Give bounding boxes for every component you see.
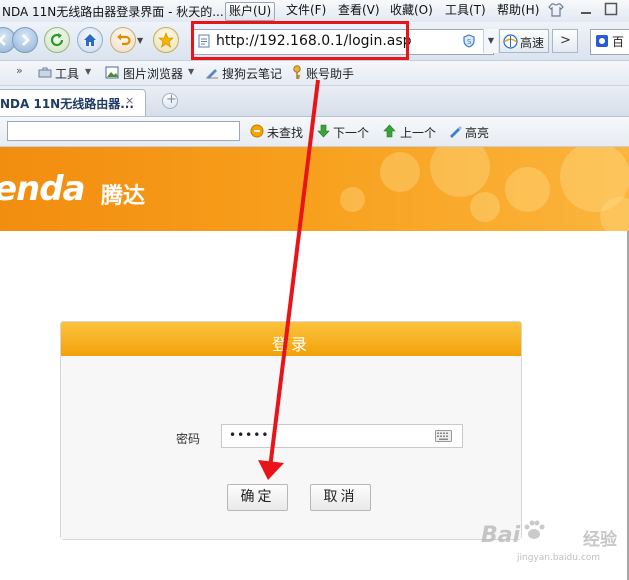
tab-close-icon[interactable]: × (125, 94, 134, 107)
favorites-item-tools[interactable]: 工具 (55, 65, 79, 82)
back-icon (0, 34, 6, 46)
menu-favorites[interactable]: 收藏(O) (387, 2, 436, 19)
speed-mode-label: 高速 (520, 36, 545, 50)
keyboard-icon[interactable] (435, 430, 452, 442)
arrow-down-icon (317, 124, 330, 138)
chevron-right-icon: > (560, 33, 571, 48)
watermark-label: 经验 (583, 530, 617, 550)
address-dropdown-icon[interactable]: ▼ (483, 29, 498, 53)
home-button[interactable] (77, 27, 103, 53)
paw-icon (524, 520, 545, 539)
undo-dropdown-icon[interactable]: ▼ (137, 36, 143, 45)
image-viewer-dropdown-icon[interactable]: ▼ (188, 67, 194, 76)
brand-banner (0, 147, 629, 231)
confirm-button[interactable]: 确定 (227, 484, 288, 511)
tab-label[interactable]: NDA 11N无线路由器... (0, 95, 134, 112)
find-input[interactable] (7, 121, 240, 141)
shield-icon[interactable]: S (462, 34, 476, 48)
refresh-button[interactable] (44, 27, 70, 53)
password-label: 密码 (176, 432, 201, 446)
undo-close-button[interactable] (110, 27, 136, 53)
minimize-icon[interactable] (579, 3, 593, 17)
favorites-item-account-helper[interactable]: 账号助手 (306, 65, 354, 82)
toolbox-icon (38, 67, 52, 78)
forward-button[interactable] (12, 27, 38, 53)
brand-logo: enda (0, 169, 86, 209)
password-value: ••••• (229, 428, 270, 442)
speed-icon (503, 34, 518, 49)
favorites-item-image-viewer[interactable]: 图片浏览器 (123, 65, 183, 82)
find-next-button[interactable]: 下一个 (333, 124, 369, 141)
key-icon (293, 65, 301, 79)
watermark-url: jingyan.baidu.com (517, 553, 601, 563)
tools-dropdown-icon[interactable]: ▼ (85, 67, 91, 76)
cancel-button[interactable]: 取消 (310, 484, 371, 511)
menu-tools[interactable]: 工具(T) (442, 2, 489, 19)
image-viewer-icon (105, 66, 119, 79)
svg-text:S: S (467, 38, 472, 46)
menu-account[interactable]: 账户(U) (225, 2, 276, 21)
arrow-up-icon (383, 124, 396, 138)
favorites-button[interactable] (153, 27, 179, 53)
menu-view[interactable]: 查看(V) (335, 2, 383, 19)
home-icon (84, 34, 96, 46)
go-button[interactable]: > (552, 29, 578, 53)
menu-file[interactable]: 文件(F) (283, 2, 329, 19)
refresh-icon (50, 33, 64, 47)
search-engine-label: 百 (612, 35, 625, 49)
search-engine-icon (596, 35, 608, 47)
highlighter-icon (450, 126, 462, 138)
url-highlight-box (191, 21, 409, 60)
undo-icon (117, 33, 131, 46)
favorites-item-cloud-notes[interactable]: 搜狗云笔记 (222, 65, 282, 82)
find-highlight-button[interactable]: 高亮 (465, 124, 489, 141)
skin-icon[interactable] (548, 3, 564, 17)
maximize-icon[interactable] (604, 2, 618, 16)
find-previous-button[interactable]: 上一个 (400, 124, 436, 141)
menu-help[interactable]: 帮助(H) (494, 2, 542, 19)
watermark-logo: Bai (481, 523, 521, 548)
find-status-icon (250, 124, 264, 138)
new-tab-button[interactable]: + (162, 92, 178, 109)
forward-icon (22, 34, 30, 46)
note-icon (206, 69, 218, 79)
window-title: NDA 11N无线路由器登录界面 - 秋天的... (2, 5, 224, 19)
chevron-icon[interactable]: » (16, 64, 23, 77)
login-title: 登录 (271, 335, 310, 354)
star-icon (158, 32, 174, 48)
find-not-found-label: 未查找 (267, 126, 304, 140)
plus-icon: + (166, 92, 177, 107)
brand-logo-cn: 腾达 (101, 184, 146, 209)
